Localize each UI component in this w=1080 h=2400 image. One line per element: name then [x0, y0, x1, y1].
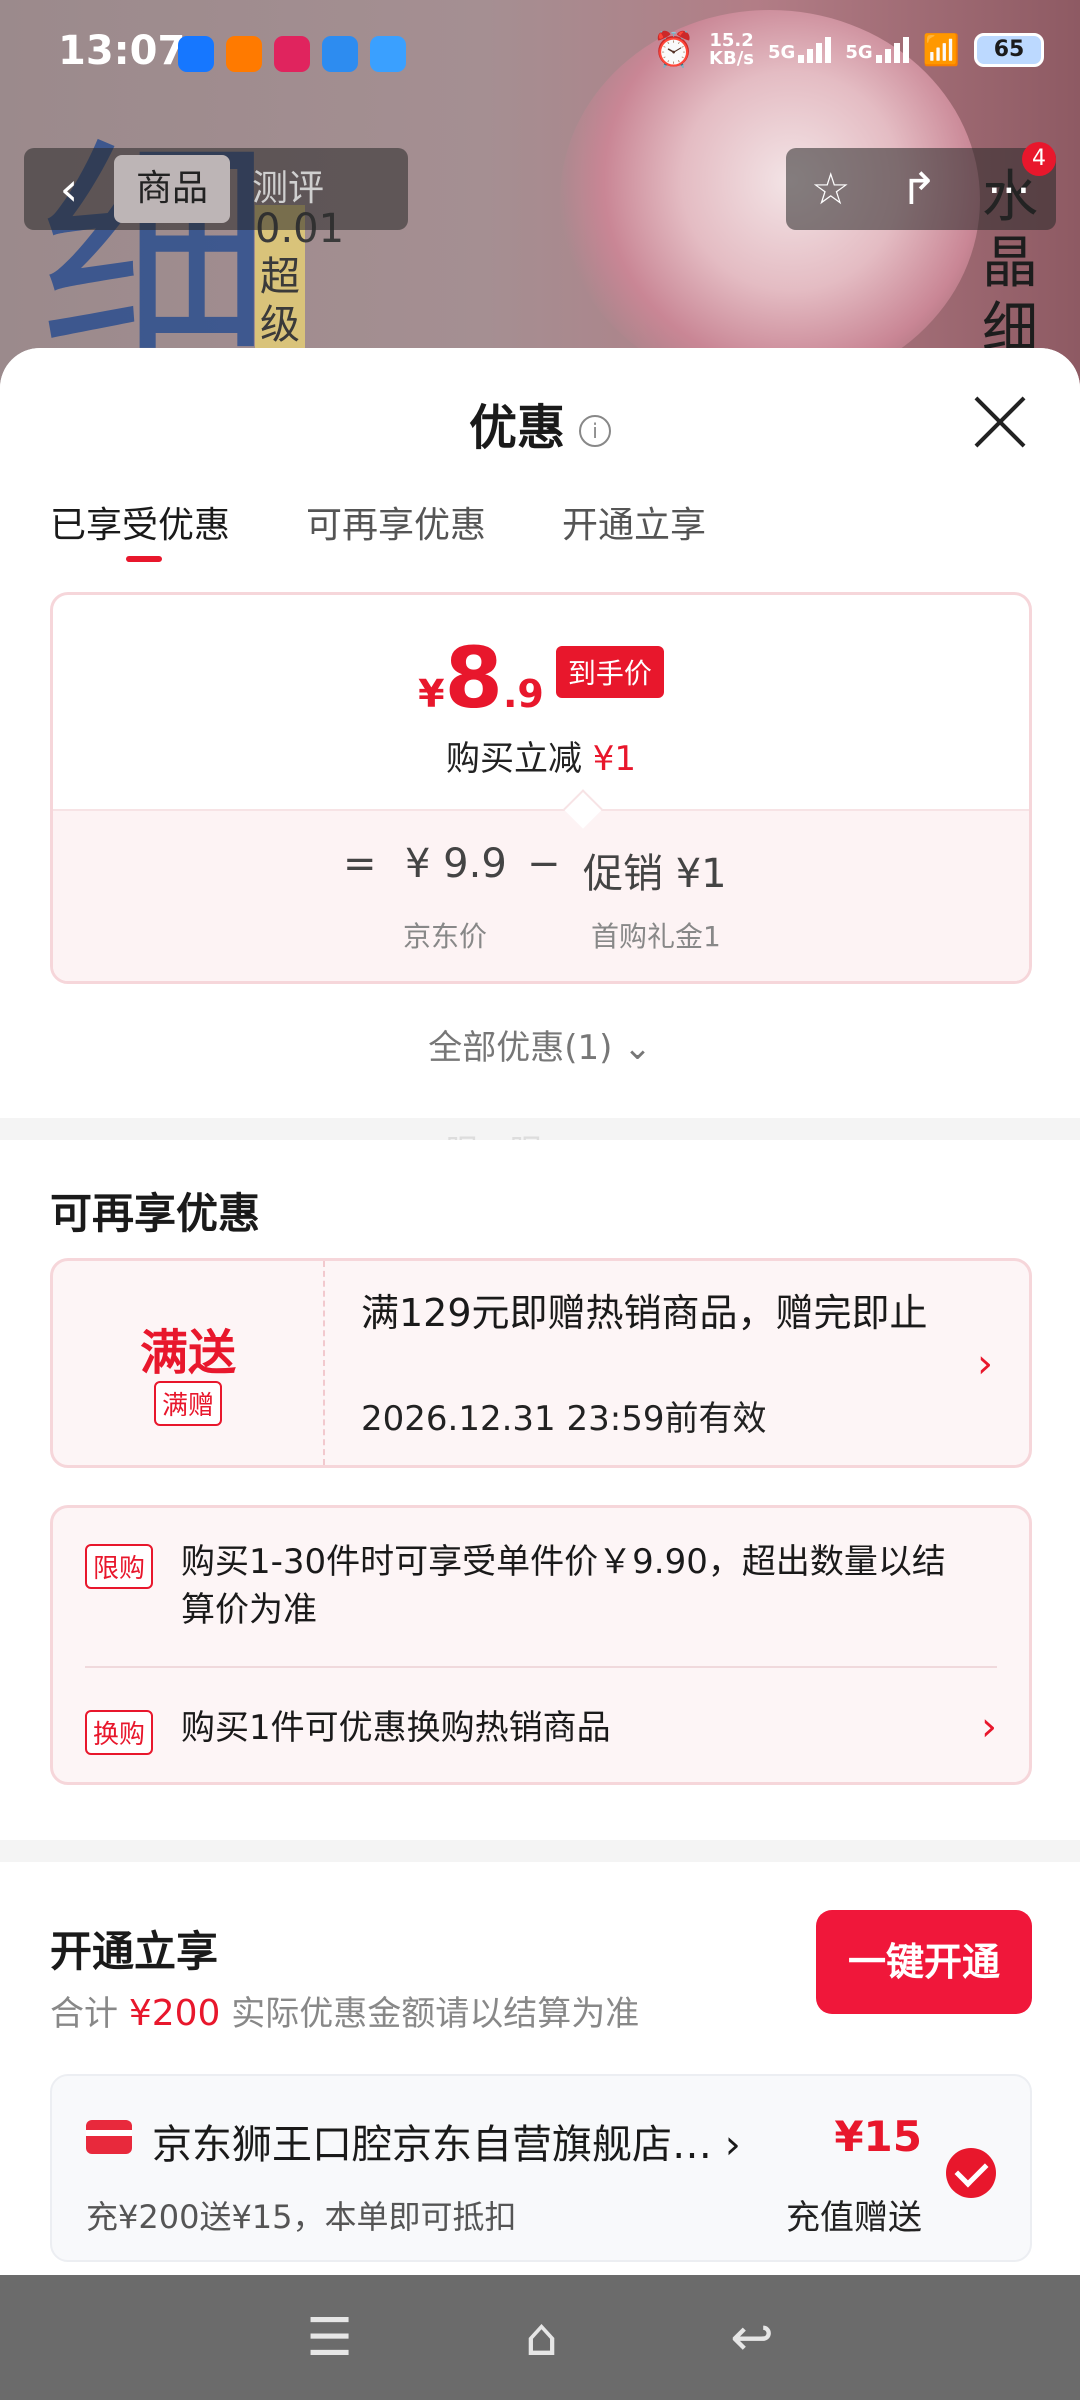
limit-tag: 限购	[85, 1544, 154, 1589]
system-nav-bar: ☰ ⌂ ↩	[0, 2275, 1080, 2400]
net-speed: 15.2 KB/s	[709, 30, 755, 69]
top-nav-left: ‹ 商品 测评	[24, 148, 408, 230]
more-dots-icon[interactable]: ⋯	[987, 164, 1031, 215]
app-blue-icon	[370, 36, 406, 72]
reduce-text: 购买立减 ¥1	[445, 739, 637, 779]
alarm-icon: ⏰	[652, 30, 696, 70]
battery-indicator: 65	[974, 33, 1044, 67]
signal-5g-1: 5G	[768, 37, 832, 63]
message-count-badge: 4	[1022, 142, 1056, 176]
chevron-down-icon: ⌄	[623, 1028, 652, 1068]
discount-sheet: 优惠i 已享受优惠 可再享优惠 开通立享 ¥8.9到手价 购买立减 ¥1 =	[0, 348, 1080, 2275]
enjoyed-discount-section: 优惠i 已享受优惠 可再享优惠 开通立享 ¥8.9到手价 购买立减 ¥1 =	[0, 348, 1080, 1118]
open-enjoy-heading: 开通立享	[50, 1927, 219, 1976]
final-price-card: ¥8.9 到手价 购买立减 ¥1 = ¥ 9.9 − 促销 ¥1 京东价 首购礼金…	[50, 592, 1032, 984]
back-icon[interactable]: ↩	[730, 2308, 774, 2368]
formula-equals: =	[343, 841, 377, 887]
menu-icon[interactable]: ☰	[306, 2308, 353, 2368]
chevron-right-icon: ›	[981, 1704, 997, 1750]
close-icon[interactable]	[970, 392, 1030, 452]
recharge-gift-amount: ¥15	[834, 2112, 922, 2161]
price-formula: = ¥ 9.9 − 促销 ¥1 京东价 首购礼金1	[53, 809, 1029, 981]
gift-promo-valid: 2026.12.31 23:59前有效	[361, 1399, 767, 1439]
alipay-icon	[178, 36, 214, 72]
tab-more-offers[interactable]: 可再享优惠	[306, 496, 486, 548]
status-time: 13:07	[58, 28, 186, 74]
chevron-right-icon: ›	[724, 2122, 741, 2168]
promo-label: 首购礼金1	[591, 920, 721, 953]
gift-promo-desc: 满129元即赠热销商品，赠完即止	[361, 1291, 928, 1335]
gift-promo-card[interactable]: 满送 满赠 满129元即赠热销商品，赠完即止 2026.12.31 23:59前…	[50, 1258, 1032, 1468]
favorite-star-icon[interactable]: ☆	[811, 164, 850, 215]
selected-check-icon[interactable]	[946, 2148, 996, 2198]
gift-promo-tag: 满赠	[153, 1381, 222, 1426]
store-recharge-desc: 充¥200送¥15，本单即可抵扣	[86, 2198, 517, 2236]
tab-enjoyed[interactable]: 已享受优惠	[50, 496, 230, 562]
recharge-gift-label: 充值赠送	[786, 2198, 922, 2238]
tab-review[interactable]: 测评	[230, 155, 346, 223]
info-icon[interactable]: i	[579, 415, 611, 447]
card-icon	[86, 2120, 132, 2154]
formula-base-price: ¥ 9.9	[405, 841, 507, 887]
formula-promo: 促销 ¥1	[583, 851, 727, 897]
final-price-badge: 到手价	[555, 646, 664, 698]
final-price: ¥8.9 到手价	[53, 629, 1029, 727]
open-enjoy-total: 合计 ¥200 实际优惠金额请以结算为准	[50, 1993, 640, 2034]
store-recharge-card[interactable]: 京东狮王口腔京东自营旗舰店… › 充¥200送¥15，本单即可抵扣 ¥15 充值…	[50, 2074, 1032, 2262]
signal-5g-2: 5G	[845, 37, 909, 63]
home-icon[interactable]: ⌂	[525, 2308, 558, 2368]
store-name: 京东狮王口腔京东自营旗舰店… ›	[152, 2122, 741, 2168]
app-red-icon	[274, 36, 310, 72]
top-nav-right: ☆ ↱ ⋯ 4	[786, 142, 1056, 230]
base-price-label: 京东价	[403, 920, 488, 953]
app-orange-icon	[226, 36, 262, 72]
message-icon	[322, 36, 358, 72]
tab-product[interactable]: 商品	[114, 155, 231, 223]
notification-icons	[178, 36, 406, 72]
more-offers-heading: 可再享优惠	[50, 1189, 261, 1238]
more-offers-section: 可再享优惠 满送 满赠 满129元即赠热销商品，赠完即止 2026.12.31 …	[0, 1140, 1080, 1840]
sheet-title: 优惠 i	[0, 388, 1080, 458]
open-enjoy-section: 开通立享 合计 ¥200 实际优惠金额请以结算为准 一键开通 京东狮王口腔京东自…	[0, 1862, 1080, 2275]
exchange-tag: 换购	[85, 1710, 154, 1755]
status-bar: 13:07 ⏰ 15.2 KB/s 5G 5G 📶 65	[0, 0, 1080, 110]
gift-promo-title: 满送	[139, 1325, 236, 1381]
chevron-right-icon: ›	[977, 1341, 993, 1387]
limit-text: 购买1-30件时可享受单件价￥9.90，超出数量以结算价为准	[181, 1542, 946, 1630]
limit-exchange-card: 限购 购买1-30件时可享受单件价￥9.90，超出数量以结算价为准 换购 购买1…	[50, 1505, 1032, 1785]
wifi-icon: 📶	[922, 32, 960, 68]
one-click-open-button[interactable]: 一键开通	[816, 1910, 1032, 2014]
exchange-text: 购买1件可优惠换购热销商品	[181, 1708, 611, 1748]
back-arrow-icon[interactable]: ‹	[24, 162, 114, 216]
discount-tabs: 已享受优惠 可再享优惠 开通立享	[50, 496, 706, 562]
tab-open-enjoy[interactable]: 开通立享	[562, 496, 706, 548]
share-icon[interactable]: ↱	[900, 164, 937, 215]
formula-minus: −	[527, 841, 561, 887]
all-discounts-toggle[interactable]: 全部优惠(1) ⌄	[0, 1020, 1080, 1069]
